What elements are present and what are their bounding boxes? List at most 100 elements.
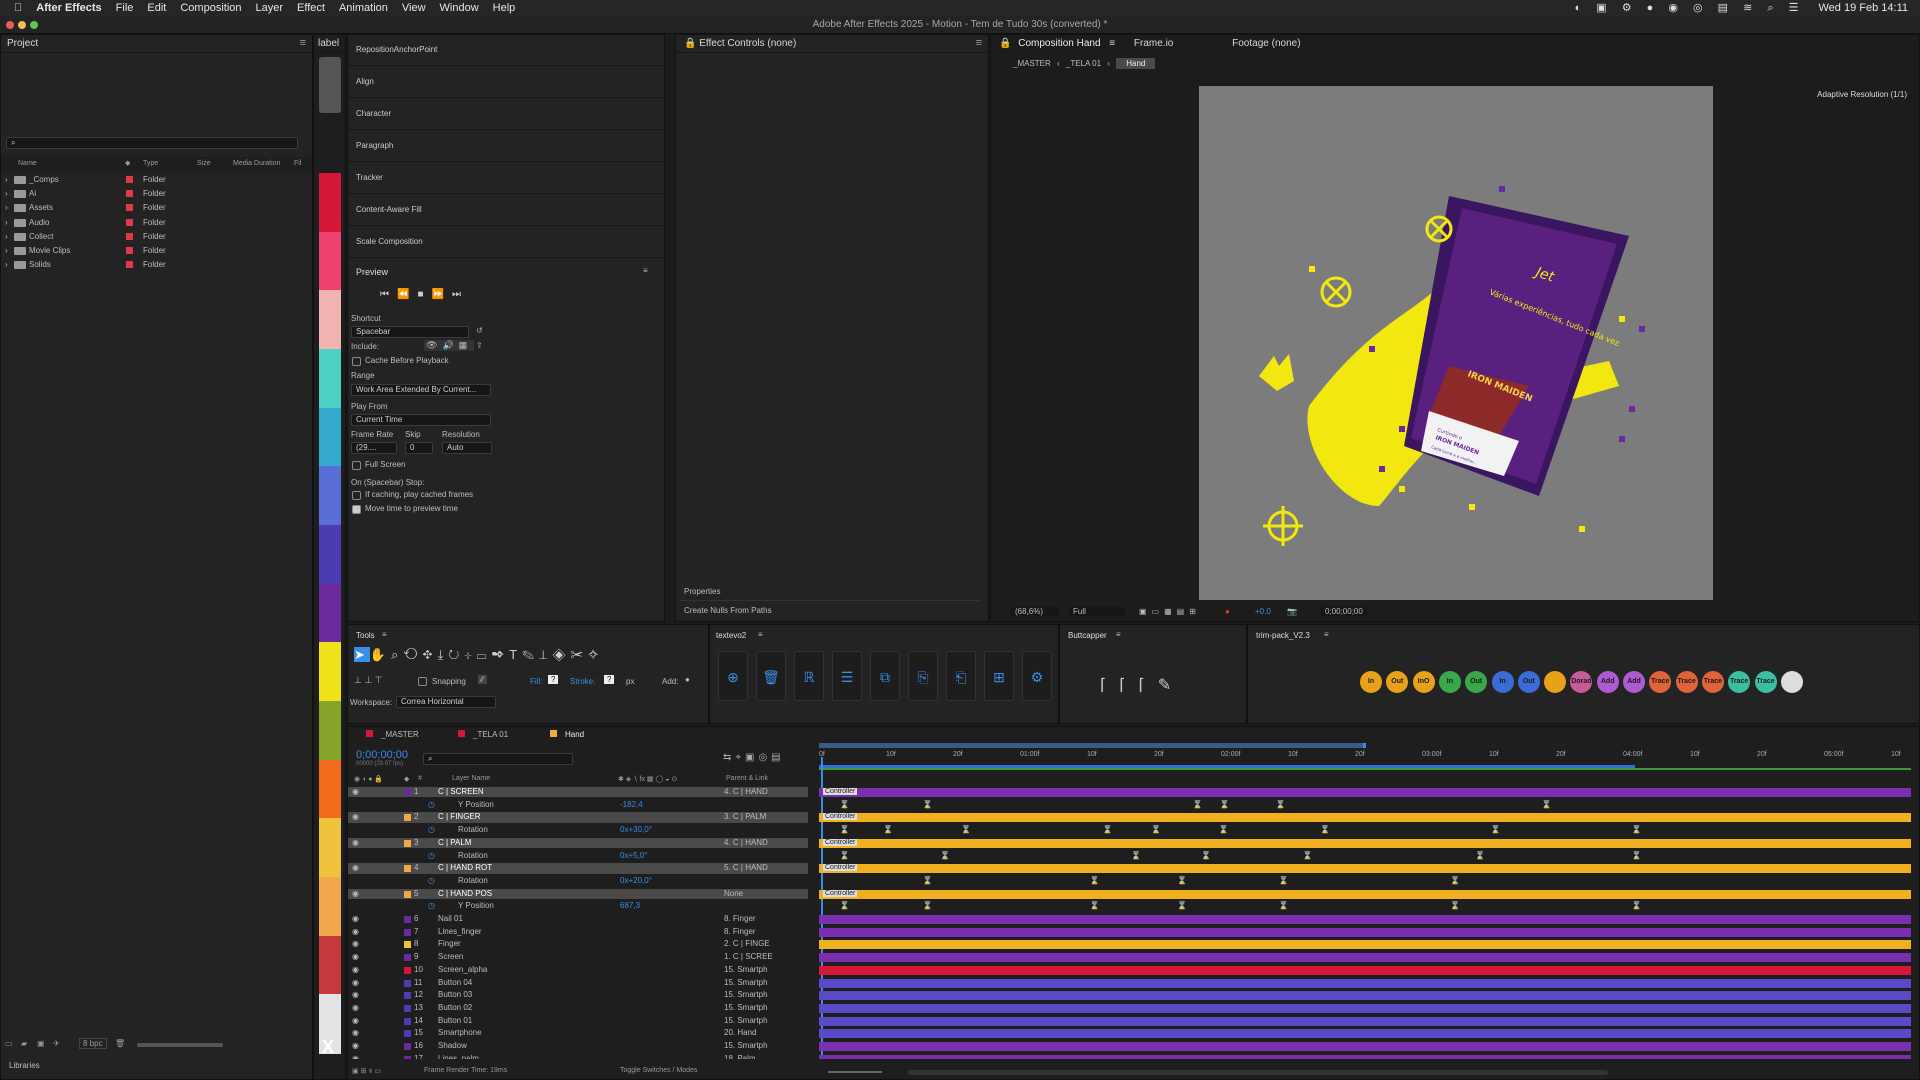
timeline-scrollbar[interactable] [908, 1070, 1608, 1075]
keyframe-icon[interactable]: ⌛ [1275, 800, 1285, 810]
layer-label-swatch[interactable] [404, 979, 411, 987]
keyframe-icon[interactable]: ⌛ [1450, 876, 1460, 886]
property-value[interactable]: 687,3 [620, 901, 640, 911]
exposure-value[interactable]: +0,0 [1255, 607, 1271, 616]
comp-timecode[interactable]: 0;00;00;00 [1321, 607, 1367, 616]
textevo-button-icon[interactable]: ⎘ [908, 651, 938, 701]
visibility-eye-icon[interactable]: ◉ [352, 1016, 359, 1026]
layer-name[interactable]: Smartphone [438, 1028, 482, 1038]
if-caching-checkbox[interactable] [352, 491, 361, 500]
roto-tool-icon[interactable]: ✂ [570, 647, 588, 662]
video-eye-icon[interactable]: 👁 [426, 340, 442, 350]
brush-tool-icon[interactable]: ✎ [522, 647, 539, 662]
layer-duration-bar[interactable] [819, 965, 1911, 975]
disclosure-icon[interactable]: › [5, 258, 8, 272]
layer-name[interactable]: Screen [438, 952, 463, 962]
snap-options-icon[interactable]: ⁄⁄ [478, 675, 487, 684]
skip-select[interactable]: 0 [405, 442, 433, 454]
label-swatch[interactable] [319, 935, 341, 996]
label-swatch[interactable] [319, 759, 341, 820]
zoom-slider[interactable] [828, 1071, 882, 1073]
puppet-tool-icon[interactable]: ✧ [588, 647, 603, 662]
layer-name[interactable]: C | HAND POS [438, 889, 492, 899]
keyframe-icon[interactable]: ⌛ [1475, 851, 1485, 861]
layer-label-swatch[interactable] [404, 1030, 411, 1038]
label-swatch[interactable] [319, 231, 341, 292]
side-panel-item[interactable]: Paragraph [348, 131, 664, 162]
stopwatch-icon[interactable]: ◷ [428, 901, 435, 911]
new-folder-icon[interactable]: ▰ [21, 1039, 27, 1048]
parent-select[interactable]: 8. Finger [724, 914, 788, 924]
thumbnail-scroll[interactable] [137, 1043, 223, 1047]
parent-select[interactable]: 5. C | HAND [724, 863, 788, 873]
layer-duration-bar[interactable] [819, 991, 1911, 1001]
label-swatch[interactable] [319, 407, 341, 468]
trim-button-icon[interactable] [1780, 671, 1803, 693]
disclosure-icon[interactable]: › [5, 244, 8, 258]
visibility-eye-icon[interactable]: ◉ [352, 978, 359, 988]
toggle-switches[interactable]: Toggle Switches / Modes [620, 1067, 697, 1074]
layer-name[interactable]: Lines_finger [438, 927, 482, 937]
textevo-button-icon[interactable]: ℝ [794, 651, 824, 701]
layer-duration-bar[interactable] [819, 1029, 1911, 1039]
layer-row[interactable]: ◉ 5 C | HAND POS None [348, 888, 808, 899]
label-swatch[interactable] [319, 642, 341, 702]
trim-button-icon[interactable]: Out [1386, 671, 1409, 693]
project-item[interactable]: › Ai Folder [1, 187, 312, 201]
layer-label-swatch[interactable] [404, 814, 411, 822]
menubar-status-icons[interactable]: ◐ ▣ ⚙ ● ◉ ◎ ▤ ≋ ⌕ ☰ [1575, 1, 1805, 15]
project-item-label[interactable] [126, 190, 133, 198]
dolly-tool-icon[interactable]: ⤓ [438, 647, 449, 662]
visibility-eye-icon[interactable]: ◉ [352, 990, 359, 1000]
project-item-label[interactable] [126, 232, 133, 240]
bpc-toggle[interactable]: 8 bpc [79, 1038, 107, 1049]
side-panel-item[interactable]: Tracker [348, 163, 664, 194]
project-item[interactable]: › Solids Folder [1, 258, 312, 272]
menu-view[interactable]: View [402, 2, 426, 14]
project-item-label[interactable] [126, 218, 133, 226]
layer-name[interactable]: Finger [438, 939, 461, 949]
label-scrollbar[interactable] [319, 57, 341, 113]
trimpack-menu-icon[interactable]: ≡ [1324, 630, 1329, 639]
close-x-icon[interactable]: X [322, 1037, 334, 1058]
keyframe-icon[interactable]: ⌛ [1177, 876, 1187, 886]
textevo-button-icon[interactable]: ⚙ [1022, 651, 1052, 701]
layer-name[interactable]: C | SCREEN [438, 787, 484, 797]
tab-frameio[interactable]: Frame.io [1134, 38, 1173, 49]
property-row[interactable]: ◷ Rotation 0x+5,0° [348, 851, 808, 861]
keyframe-icon[interactable]: ⌛ [1103, 825, 1113, 835]
col-size[interactable]: Size [197, 157, 211, 171]
layer-row[interactable]: ◉ 12 Button 03 15. Smartph [348, 990, 808, 1000]
keyframe-icon[interactable]: ⌛ [923, 901, 933, 911]
keyframe-icon[interactable]: ⌛ [1177, 901, 1187, 911]
parent-select[interactable]: 15. Smartph [724, 1016, 788, 1026]
color-icon[interactable]: ● [1225, 607, 1230, 616]
layer-row[interactable]: ◉ 11 Button 04 15. Smartph [348, 978, 808, 988]
orbit-tool-icon[interactable]: ⟲ [403, 647, 422, 662]
layer-row[interactable]: ◉ 1 C | SCREEN 4. C | HAND [348, 787, 808, 798]
visibility-eye-icon[interactable]: ◉ [352, 838, 359, 848]
label-swatch[interactable] [319, 583, 341, 644]
properties-label[interactable]: Properties [684, 587, 720, 596]
footer-toggle-icons[interactable]: ▣ ⊞ ⌽ ▭ [352, 1067, 381, 1076]
textevo-button-icon[interactable]: ⎗ [946, 651, 976, 701]
keyframe-icon[interactable]: ⌛ [1631, 851, 1641, 861]
trim-button-icon[interactable]: Out [1465, 671, 1488, 693]
timeline-tab[interactable]: _TELA 01 [458, 730, 508, 739]
layer-row[interactable]: ◉ 6 Nail 01 8. Finger [348, 914, 808, 924]
property-row[interactable]: ◷ Rotation 0x+20,0° [348, 876, 808, 886]
keyframe-icon[interactable]: ⌛ [923, 876, 933, 886]
eraser-tool-icon[interactable]: ◈ [552, 647, 570, 662]
timeline-switch-icons[interactable]: ⇆⌖▣◎▤ [723, 752, 785, 763]
keyframe-icon[interactable]: ⌛ [1219, 825, 1229, 835]
parent-select[interactable]: 20. Hand [724, 1028, 788, 1038]
layer-row[interactable]: ◉ 16 Shadow 15. Smartph [348, 1041, 808, 1051]
crumb-hand[interactable]: Hand [1116, 58, 1156, 69]
effect-controls-menu-icon[interactable]: ≡ [976, 37, 982, 49]
anchor-tool-icon[interactable]: ⊹ [464, 647, 476, 662]
workspace-select[interactable]: Correa Horizontal [396, 696, 496, 708]
layer-row[interactable]: ◉ 15 Smartphone 20. Hand [348, 1028, 808, 1038]
col-fil[interactable]: Fil [294, 157, 301, 171]
property-value[interactable]: -182,4 [620, 800, 643, 810]
keyframe-icon[interactable]: ⌛ [923, 800, 933, 810]
